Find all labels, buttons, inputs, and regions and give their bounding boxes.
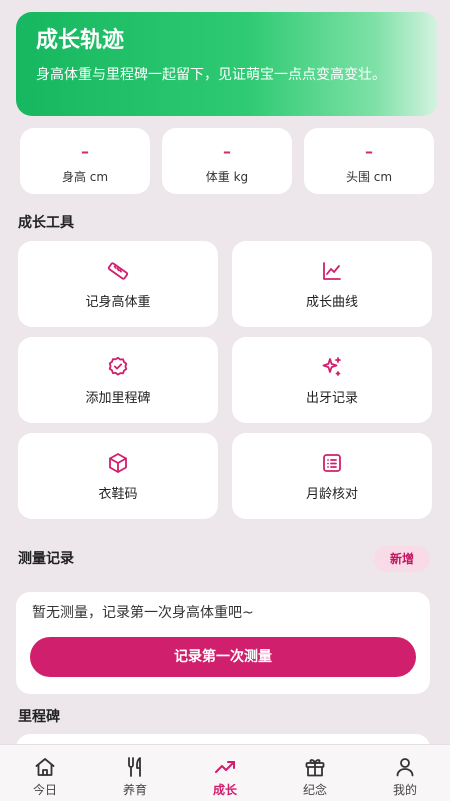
- milestones-section-title: 里程碑: [18, 709, 60, 725]
- month-age-check-button[interactable]: 月龄核对: [232, 433, 432, 519]
- tab-memories[interactable]: 纪念: [270, 745, 360, 801]
- tab-me[interactable]: 我的: [360, 745, 450, 801]
- head-circumference-stat-card[interactable]: – 头围 cm: [304, 128, 434, 194]
- weight-stat-card[interactable]: – 体重 kg: [162, 128, 292, 194]
- tool-label: 记身高体重: [85, 295, 151, 310]
- head-circumference-label: 头围 cm: [345, 170, 393, 184]
- growth-header-card: 成长轨迹 身高体重与里程碑一起留下，见证萌宝一点点变高变壮。: [16, 12, 438, 116]
- clothing-shoe-size-button[interactable]: 衣鞋码: [18, 433, 218, 519]
- page-subtitle: 身高体重与里程碑一起留下，见证萌宝一点点变高变壮。: [36, 67, 386, 83]
- page-title: 成长轨迹: [36, 28, 125, 53]
- tab-parenting[interactable]: 养育: [90, 745, 180, 801]
- growth-curve-button[interactable]: 成长曲线: [232, 241, 432, 327]
- calendar-list-icon: [323, 454, 341, 472]
- tool-label: 添加里程碑: [85, 391, 151, 406]
- tab-label: 我的: [392, 783, 417, 797]
- records-empty-card: 暂无测量，记录第一次身高体重吧~ 记录第一次测量: [16, 592, 430, 694]
- gift-icon: [305, 759, 325, 777]
- tool-label: 出牙记录: [305, 391, 358, 406]
- add-milestone-button[interactable]: 添加里程碑: [18, 337, 218, 423]
- weight-value: –: [223, 142, 231, 161]
- empty-state-text: 暂无测量，记录第一次身高体重吧~: [32, 605, 254, 621]
- chart-line-icon: [323, 262, 341, 280]
- head-circumference-value: –: [365, 142, 373, 161]
- tool-label: 衣鞋码: [98, 487, 138, 502]
- tab-today[interactable]: 今日: [0, 745, 90, 801]
- tab-growth[interactable]: 成长: [180, 745, 270, 801]
- utensils-icon: [128, 757, 141, 777]
- badge-check-icon: [108, 356, 128, 376]
- tab-label: 养育: [122, 783, 147, 797]
- tab-label: 今日: [32, 783, 57, 797]
- record-height-weight-button[interactable]: 记身高体重: [18, 241, 218, 327]
- tab-label: 成长: [212, 783, 237, 797]
- sparkle-icon: [322, 357, 341, 376]
- add-record-button[interactable]: 新增: [374, 546, 430, 572]
- home-icon: [35, 758, 55, 776]
- ruler-icon: [107, 262, 129, 280]
- user-icon: [396, 758, 414, 777]
- teething-record-button[interactable]: 出牙记录: [232, 337, 432, 423]
- tab-label: 纪念: [302, 783, 327, 797]
- height-stat-card[interactable]: – 身高 cm: [20, 128, 150, 194]
- trend-up-icon: [215, 761, 235, 773]
- bottom-tab-bar: 今日 养育 成长 纪念 我的: [0, 744, 450, 801]
- tool-label: 月龄核对: [305, 487, 358, 502]
- tools-section-title: 成长工具: [18, 215, 74, 231]
- records-section-title: 测量记录: [18, 551, 74, 567]
- box-icon: [109, 453, 127, 473]
- height-label: 身高 cm: [61, 170, 109, 184]
- weight-label: 体重 kg: [205, 170, 249, 184]
- tool-label: 成长曲线: [305, 295, 358, 310]
- height-value: –: [81, 142, 89, 161]
- record-first-measurement-button[interactable]: 记录第一次测量: [30, 637, 416, 677]
